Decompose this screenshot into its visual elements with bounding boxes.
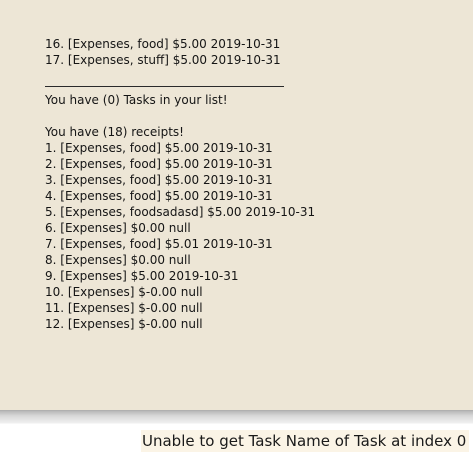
receipt-item: 3. [Expenses, food] $5.00 2019-10-31	[45, 173, 273, 187]
receipt-item: 11. [Expenses] $-0.00 null	[45, 301, 203, 315]
output-pane[interactable]: 16. [Expenses, food] $5.00 2019-10-31 17…	[0, 0, 473, 410]
receipts-header: You have (18) receipts!	[45, 125, 184, 139]
app-window: 16. [Expenses, food] $5.00 2019-10-31 17…	[0, 0, 473, 458]
receipt-item: 8. [Expenses] $0.00 null	[45, 253, 191, 267]
receipt-item: 5. [Expenses, foodsadasd] $5.00 2019-10-…	[45, 205, 316, 219]
receipt-item: 2. [Expenses, food] $5.00 2019-10-31	[45, 157, 273, 171]
receipt-item: 6. [Expenses] $0.00 null	[45, 221, 191, 235]
output-divider	[45, 86, 284, 87]
pane-border	[0, 410, 473, 424]
output-line: 16. [Expenses, food] $5.00 2019-10-31	[45, 37, 281, 51]
output-line: 17. [Expenses, stuff] $5.00 2019-10-31	[45, 53, 281, 67]
receipt-item: 7. [Expenses, food] $5.01 2019-10-31	[45, 237, 273, 251]
status-message: Unable to get Task Name of Task at index…	[141, 430, 470, 452]
receipt-item: 4. [Expenses, food] $5.00 2019-10-31	[45, 189, 273, 203]
output-text: 16. [Expenses, food] $5.00 2019-10-31 17…	[45, 36, 465, 332]
receipt-item: 12. [Expenses] $-0.00 null	[45, 317, 203, 331]
receipt-item: 10. [Expenses] $-0.00 null	[45, 285, 203, 299]
status-bar: Unable to get Task Name of Task at index…	[0, 424, 473, 458]
tasks-summary: You have (0) Tasks in your list!	[45, 93, 228, 107]
receipt-item: 1. [Expenses, food] $5.00 2019-10-31	[45, 141, 273, 155]
receipt-item: 9. [Expenses] $5.00 2019-10-31	[45, 269, 239, 283]
